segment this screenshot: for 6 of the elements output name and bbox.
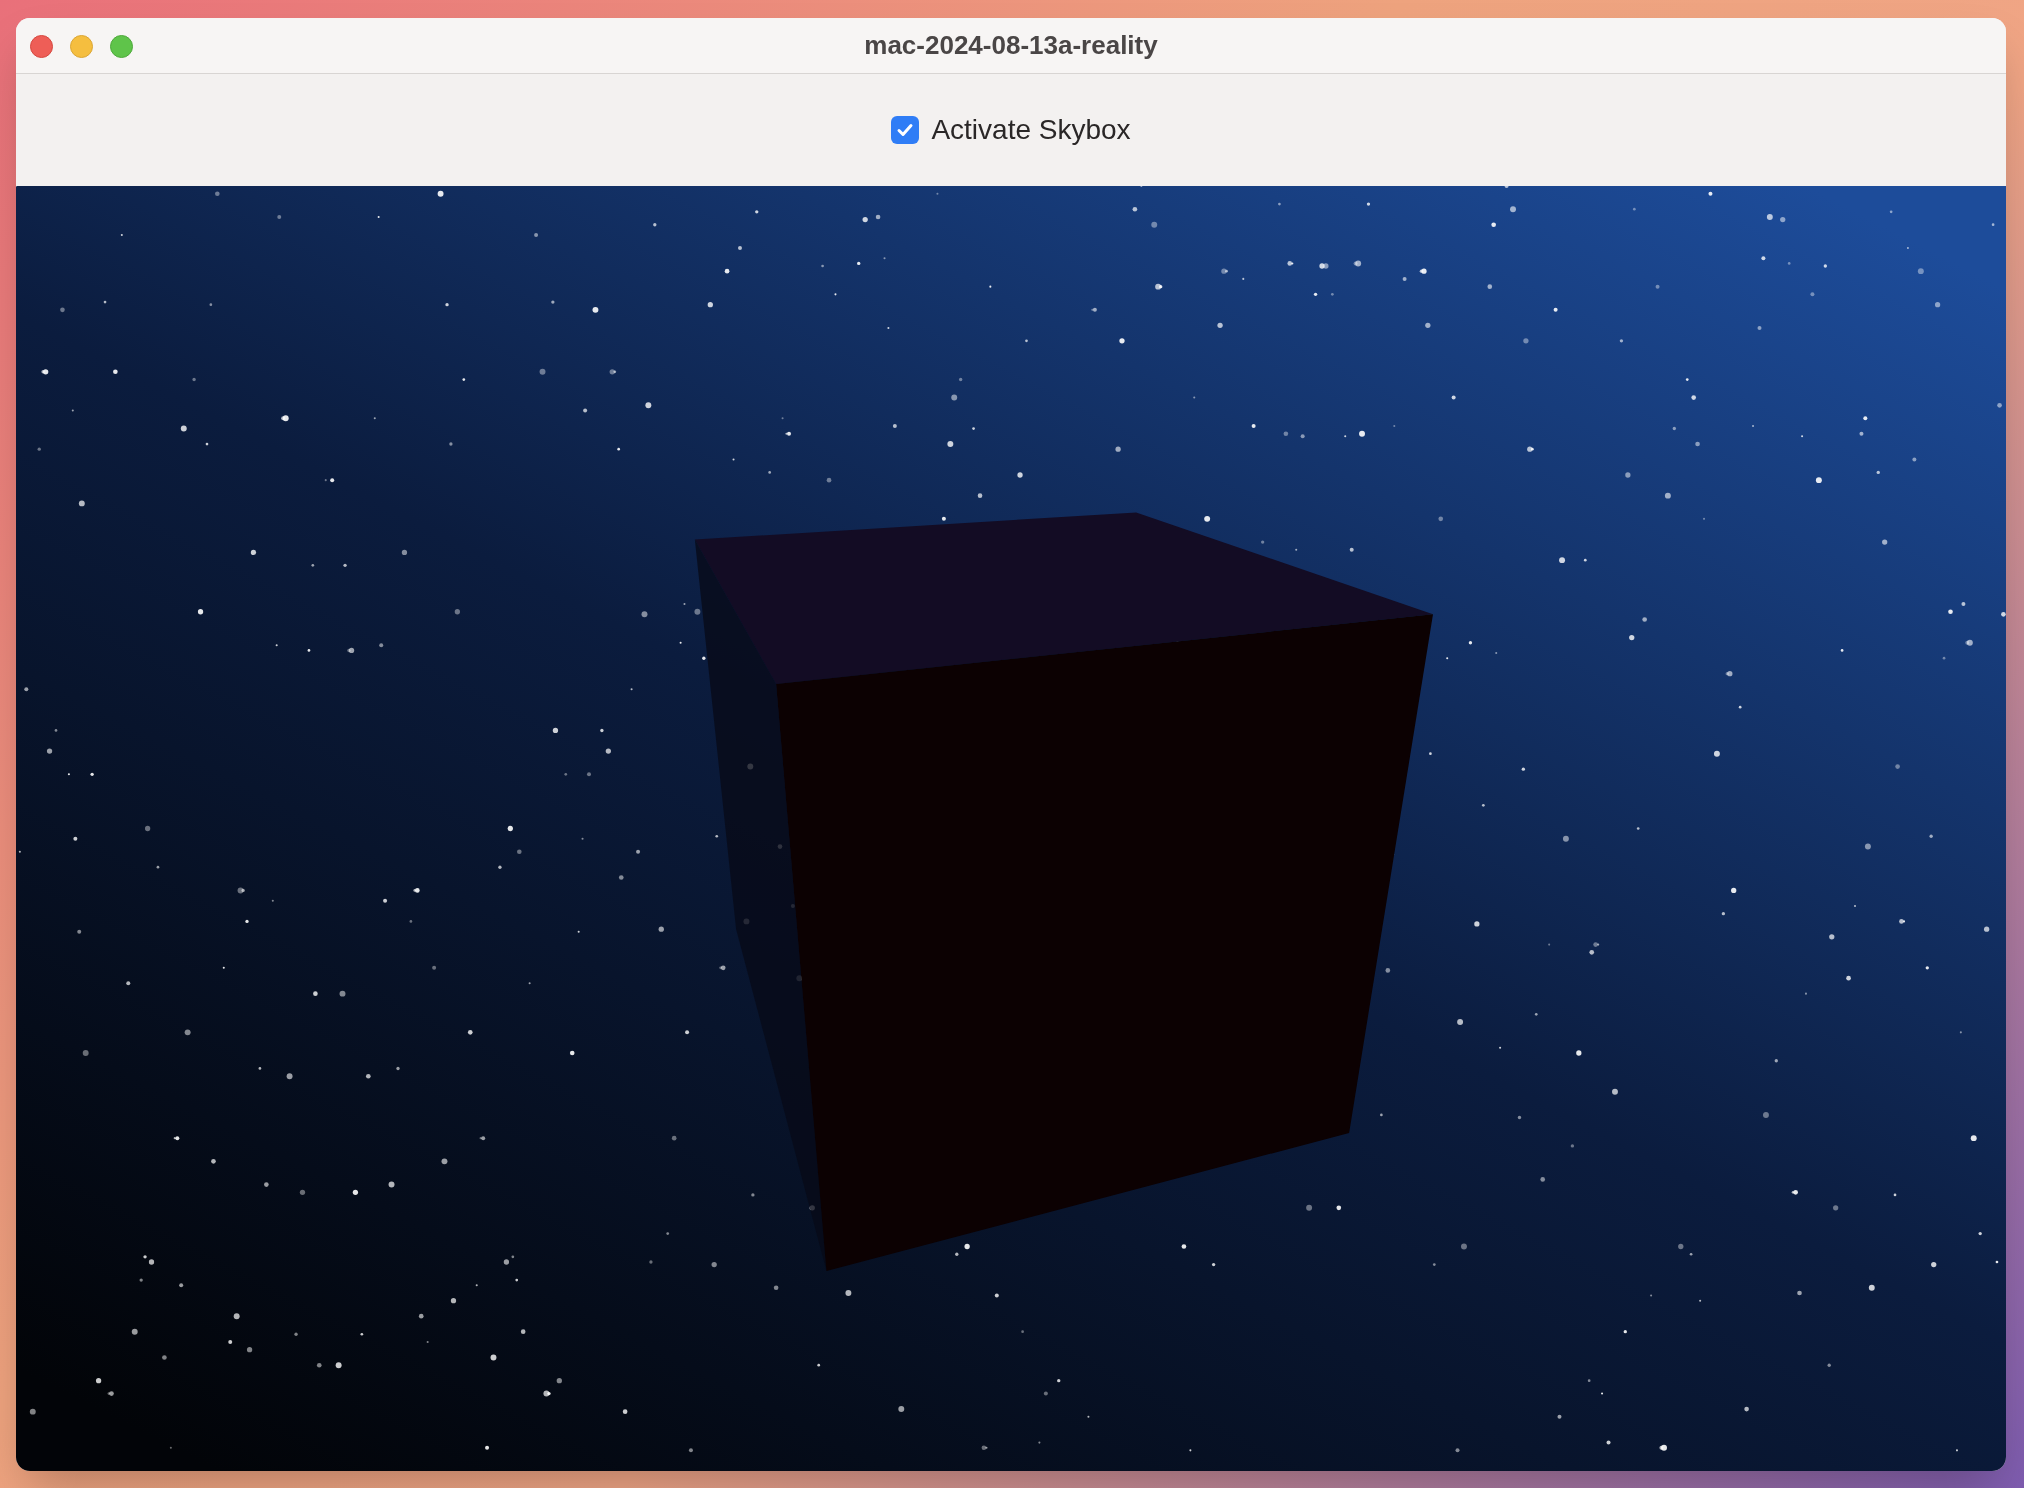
close-button[interactable] [30,35,53,58]
window-title: mac-2024-08-13a-reality [864,29,1158,62]
minimize-button[interactable] [70,35,93,58]
zoom-button[interactable] [110,35,133,58]
skybox-label: Activate Skybox [931,113,1131,147]
skybox-checkbox[interactable] [891,116,920,144]
